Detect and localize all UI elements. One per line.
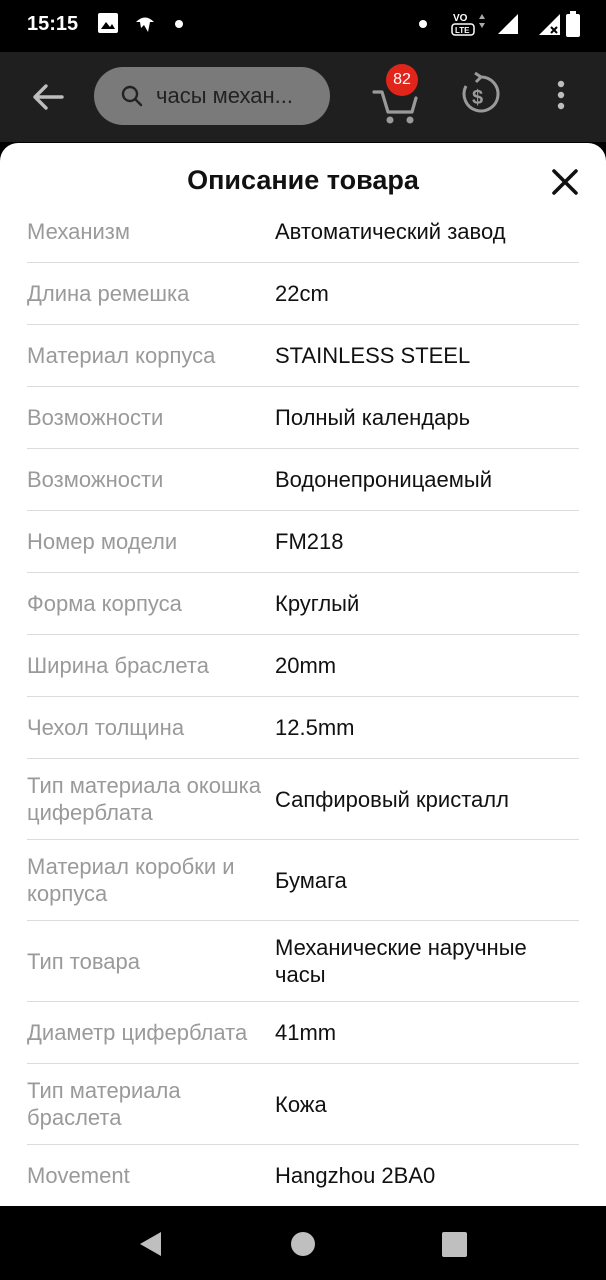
svg-text:$: $	[472, 87, 483, 109]
nav-back-icon[interactable]	[138, 1231, 164, 1257]
spec-row: Тип материала окошка циферблата Сапфиров…	[27, 759, 579, 840]
spec-label: Тип материала окошка циферблата	[27, 773, 262, 825]
search-field[interactable]: часы механ...	[94, 67, 330, 125]
spec-label: Чехол толщина	[27, 715, 185, 740]
status-bar: 15:15 VO LTE	[0, 0, 606, 52]
gallery-icon	[98, 13, 118, 33]
sheet-title: Описание товара	[187, 165, 419, 195]
spec-label: Возможности	[27, 467, 164, 492]
spec-row: Номер модели FM218	[27, 511, 579, 573]
spec-value: 41mm	[275, 1020, 337, 1045]
spec-label: Длина ремешка	[27, 281, 190, 306]
spec-value: Автоматический завод	[275, 219, 506, 244]
spec-value: Кожа	[275, 1091, 327, 1117]
spec-label: Форма корпуса	[27, 591, 182, 616]
spec-row: Возможности Полный календарь	[27, 387, 579, 449]
spec-row: Диаметр циферблата 41mm	[27, 1002, 579, 1064]
spec-value: Водонепроницаемый	[275, 467, 493, 492]
battery-icon	[566, 11, 580, 37]
spec-label: Тип материала браслета	[27, 1078, 181, 1130]
spec-row: Механизм Автоматический завод	[27, 201, 579, 263]
signal-icon	[498, 14, 518, 34]
nav-recents-icon[interactable]	[442, 1232, 467, 1257]
spec-row: Чехол толщина 12.5mm	[27, 697, 579, 759]
app-notification-icon	[136, 17, 154, 32]
spec-value: Hangzhou 2BA0	[275, 1163, 436, 1188]
back-arrow-icon[interactable]	[30, 79, 66, 115]
spec-row: Тип материала браслета Кожа	[27, 1064, 579, 1145]
spec-label: Тип товара	[27, 948, 140, 974]
spec-row: Материал корпуса STAINLESS STEEL	[27, 325, 579, 387]
close-icon[interactable]	[550, 167, 580, 197]
svg-text:LTE: LTE	[455, 26, 470, 35]
spec-value: Сапфировый кристалл	[275, 786, 509, 812]
spec-value: Полный календарь	[275, 405, 471, 430]
search-icon	[121, 85, 143, 107]
spec-label: Диаметр циферблата	[27, 1020, 248, 1045]
spec-row: Форма корпуса Круглый	[27, 573, 579, 635]
spec-row: Ширина браслета 20mm	[27, 635, 579, 697]
volte-icon: VO LTE	[451, 13, 485, 36]
spec-value: Круглый	[275, 591, 360, 616]
spec-label: Материал корпуса	[27, 343, 216, 368]
more-menu-icon[interactable]	[556, 80, 566, 110]
spec-list: Механизм Автоматический завод Длина реме…	[27, 201, 579, 1206]
dot-icon	[175, 20, 183, 28]
search-query: часы механ...	[156, 83, 293, 108]
spec-value: 12.5mm	[275, 715, 355, 740]
spec-value: 20mm	[275, 653, 337, 678]
spec-row: Возможности Водонепроницаемый	[27, 449, 579, 511]
coin-exchange-icon[interactable]: $	[458, 72, 502, 116]
cart-count-badge: 82	[386, 64, 418, 96]
navigation-bar	[0, 1206, 606, 1280]
spec-row: Тип товара Механические наручные часы	[27, 921, 579, 1002]
spec-row: Материал коробки и корпуса Бумага	[27, 840, 579, 921]
app-bar: часы механ... 82 $	[0, 52, 606, 142]
nav-home-icon[interactable]	[290, 1231, 316, 1257]
spec-row: Длина ремешка 22cm	[27, 263, 579, 325]
spec-label: Ширина браслета	[27, 653, 209, 678]
status-time: 15:15	[27, 13, 79, 35]
svg-text:VO: VO	[453, 13, 468, 24]
spec-label: Материал коробки и корпуса	[27, 854, 235, 906]
signal-no-data-icon	[539, 14, 560, 35]
spec-label: Movement	[27, 1163, 130, 1188]
spec-label: Механизм	[27, 219, 130, 244]
spec-value: STAINLESS STEEL	[275, 343, 471, 368]
spec-value: 22cm	[275, 281, 329, 306]
spec-label: Возможности	[27, 405, 164, 430]
spec-value: Бумага	[275, 867, 347, 893]
spec-row: Movement Hangzhou 2BA0	[27, 1145, 579, 1206]
product-description-sheet: Описание товара Механизм Автоматический …	[0, 143, 606, 1206]
spec-label: Номер модели	[27, 529, 178, 554]
spec-value: Механические наручные часы	[275, 935, 527, 987]
dot-icon	[419, 20, 427, 28]
spec-value: FM218	[275, 529, 344, 554]
